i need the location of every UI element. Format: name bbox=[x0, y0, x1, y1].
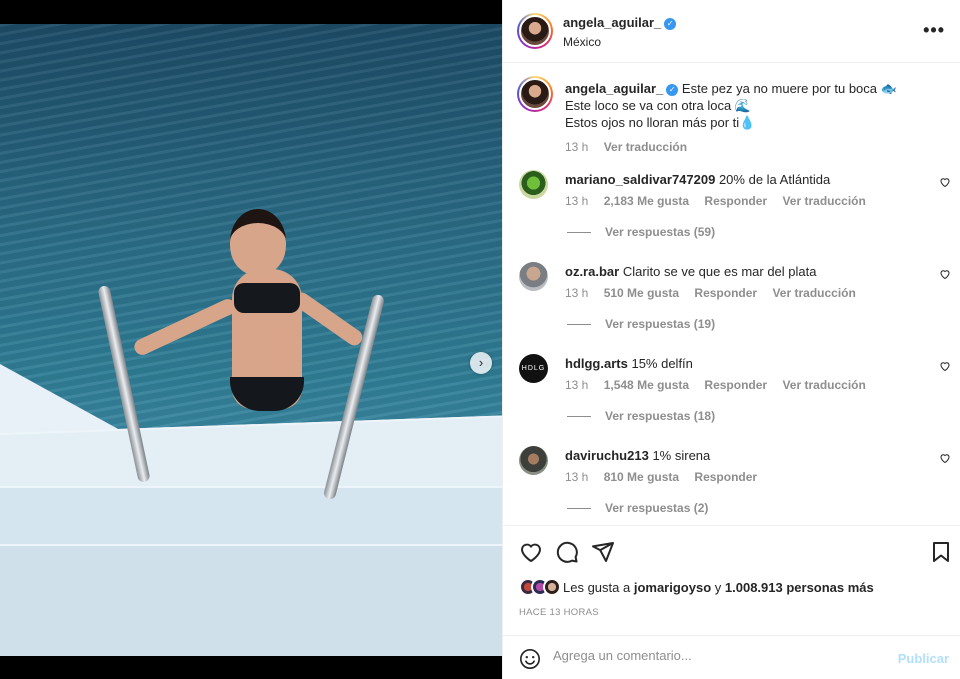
comment-like-count[interactable]: 1,548 Me gusta bbox=[604, 378, 689, 392]
commenter-username[interactable]: daviruchu213 bbox=[565, 448, 649, 463]
more-options-icon[interactable]: ••• bbox=[923, 20, 945, 41]
commenter-avatar[interactable] bbox=[519, 170, 548, 199]
like-heart-icon[interactable] bbox=[519, 540, 543, 564]
comment-time: 13 h bbox=[565, 286, 589, 300]
next-photo-button[interactable]: › bbox=[470, 352, 492, 374]
comment-like-count[interactable]: 2,183 Me gusta bbox=[604, 194, 689, 208]
comment-time: 13 h bbox=[565, 378, 589, 392]
view-replies-button[interactable]: Ver respuestas (19) bbox=[567, 317, 715, 331]
bookmark-icon[interactable] bbox=[929, 540, 953, 564]
likes-summary: Les gusta a jomarigoyso y 1.008.913 pers… bbox=[519, 578, 874, 596]
post-frame: › angela_aguilar_ ✓ México ••• angela_agu… bbox=[0, 0, 960, 679]
comment-composer: Publicar bbox=[503, 635, 960, 679]
person-figure bbox=[131, 209, 366, 429]
post-detail-panel: angela_aguilar_ ✓ México ••• angela_aguil… bbox=[502, 0, 960, 679]
reply-button[interactable]: Responder bbox=[704, 378, 767, 392]
comment-time: 13 h bbox=[565, 194, 589, 208]
caption-line-2: Este loco se va con otra loca 🌊 bbox=[565, 98, 751, 113]
view-replies-button[interactable]: Ver respuestas (59) bbox=[567, 225, 715, 239]
liker-avatars bbox=[519, 578, 561, 596]
reply-button[interactable]: Responder bbox=[694, 470, 757, 484]
see-translation-link[interactable]: Ver traducción bbox=[782, 378, 865, 392]
verified-badge-icon: ✓ bbox=[666, 84, 679, 96]
comment-like-heart-icon[interactable] bbox=[939, 176, 951, 188]
post-location[interactable]: México bbox=[563, 35, 601, 49]
post-timestamp: HACE 13 HORAS bbox=[519, 607, 599, 618]
comment-like-heart-icon[interactable] bbox=[939, 360, 951, 372]
caption-line-1: Este pez ya no muere por tu boca 🐟 bbox=[681, 81, 897, 96]
verified-badge-icon: ✓ bbox=[664, 18, 677, 30]
see-translation-link[interactable]: Ver traducción bbox=[772, 286, 855, 300]
author-username[interactable]: angela_aguilar_ bbox=[563, 15, 661, 30]
commenter-username[interactable]: mariano_saldivar747209 bbox=[565, 172, 715, 187]
post-header: angela_aguilar_ ✓ México ••• bbox=[503, 0, 960, 63]
commenter-avatar[interactable] bbox=[519, 446, 548, 475]
see-translation-link[interactable]: Ver traducción bbox=[782, 194, 865, 208]
commenter-username[interactable]: oz.ra.bar bbox=[565, 264, 619, 279]
caption-line-3: Estos ojos no lloran más por ti💧 bbox=[565, 115, 756, 130]
caption-time: 13 h bbox=[565, 140, 589, 154]
reply-button[interactable]: Responder bbox=[694, 286, 757, 300]
likes-prefix: Les gusta a bbox=[563, 579, 631, 595]
view-replies-button[interactable]: Ver respuestas (2) bbox=[567, 501, 708, 515]
emoji-picker-icon[interactable] bbox=[519, 648, 541, 670]
comment-input[interactable] bbox=[553, 648, 883, 663]
comment-like-heart-icon[interactable] bbox=[939, 268, 951, 280]
post-comment-button[interactable]: Publicar bbox=[898, 651, 949, 666]
liker-username[interactable]: jomarigoyso bbox=[634, 580, 711, 595]
comment-text: 15% delfín bbox=[631, 356, 693, 371]
commenter-avatar[interactable]: HDLG bbox=[519, 354, 548, 383]
caption-username[interactable]: angela_aguilar_ bbox=[565, 81, 663, 96]
post-actions: Les gusta a jomarigoyso y 1.008.913 pers… bbox=[503, 525, 960, 635]
comment-like-heart-icon[interactable] bbox=[939, 452, 951, 464]
see-translation-link[interactable]: Ver traducción bbox=[604, 140, 687, 154]
commenter-avatar[interactable] bbox=[519, 262, 548, 291]
comment-text: Clarito se ve que es mar del plata bbox=[622, 264, 817, 279]
boat-step bbox=[0, 544, 502, 656]
author-avatar[interactable] bbox=[517, 13, 553, 49]
comment-text: 20% de la Atlántida bbox=[718, 172, 831, 187]
comment-time: 13 h bbox=[565, 470, 589, 484]
comment-text: 1% sirena bbox=[652, 448, 711, 463]
caption-author-avatar[interactable] bbox=[517, 76, 553, 112]
likes-and: y bbox=[714, 579, 722, 595]
post-caption: angela_aguilar_ ✓ Este pez ya no muere po… bbox=[565, 80, 925, 156]
comment-like-count[interactable]: 510 Me gusta bbox=[604, 286, 679, 300]
view-replies-button[interactable]: Ver respuestas (18) bbox=[567, 409, 715, 423]
comment-bubble-icon[interactable] bbox=[555, 540, 579, 564]
reply-button[interactable]: Responder bbox=[704, 194, 767, 208]
post-photo[interactable]: › bbox=[0, 24, 502, 656]
share-send-icon[interactable] bbox=[591, 540, 615, 564]
likes-count-link[interactable]: 1.008.913 personas más bbox=[725, 580, 874, 595]
commenter-username[interactable]: hdlgg.arts bbox=[565, 356, 628, 371]
comment-like-count[interactable]: 810 Me gusta bbox=[604, 470, 679, 484]
